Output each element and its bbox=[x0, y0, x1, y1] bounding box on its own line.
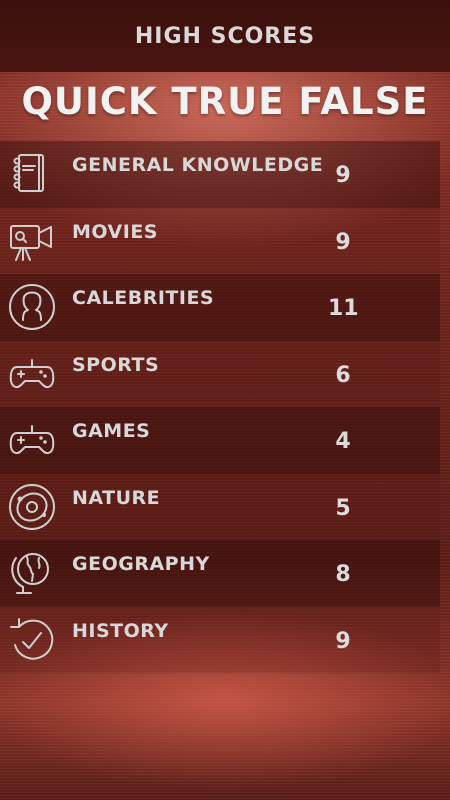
score-row-history[interactable]: HISTORY 9 bbox=[0, 606, 440, 673]
gamepad-icon bbox=[7, 415, 57, 465]
score-row-nature[interactable]: NATURE 5 bbox=[0, 473, 440, 540]
score-row-geography[interactable]: GEOGRAPHY 8 bbox=[0, 540, 440, 607]
category-label: NATURE bbox=[72, 486, 161, 509]
quiz-title: QUICK TRUE FALSE bbox=[21, 80, 429, 123]
category-label: MOVIES bbox=[72, 220, 158, 243]
score-value: 9 bbox=[335, 628, 351, 654]
notebook-icon bbox=[7, 149, 57, 199]
page-title: HIGH SCORES bbox=[134, 23, 316, 49]
score-value: 9 bbox=[335, 229, 351, 255]
score-row-calebrities[interactable]: CALEBRITIES 11 bbox=[0, 274, 440, 341]
score-row-general-knowledge[interactable]: GENERAL KNOWLEDGE 9 bbox=[0, 141, 440, 208]
category-label: HISTORY bbox=[72, 619, 169, 642]
score-row-sports[interactable]: SPORTS 6 bbox=[0, 340, 440, 407]
clock-history-icon bbox=[7, 615, 57, 665]
globe-icon bbox=[7, 548, 57, 598]
category-label: GENERAL KNOWLEDGE bbox=[72, 154, 324, 176]
score-value: 5 bbox=[335, 495, 351, 521]
score-value: 6 bbox=[335, 362, 351, 388]
category-label: SPORTS bbox=[72, 353, 160, 376]
score-value: 11 bbox=[328, 296, 359, 321]
score-value: 4 bbox=[335, 429, 351, 454]
category-label: CALEBRITIES bbox=[72, 287, 215, 309]
person-profile-icon bbox=[7, 282, 57, 332]
category-label: GAMES bbox=[72, 420, 151, 442]
solar-system-icon bbox=[7, 482, 57, 532]
category-label: GEOGRAPHY bbox=[72, 553, 210, 575]
high-scores-list: GENERAL KNOWLEDGE 9 MOVIES 9 CALEBRITIES bbox=[0, 141, 440, 673]
video-camera-icon bbox=[7, 216, 57, 266]
score-value: 8 bbox=[335, 562, 351, 587]
top-bar: HIGH SCORES bbox=[0, 0, 450, 72]
score-value: 9 bbox=[335, 163, 351, 188]
score-row-movies[interactable]: MOVIES 9 bbox=[0, 207, 440, 274]
score-row-games[interactable]: GAMES 4 bbox=[0, 407, 440, 474]
gamepad-icon bbox=[7, 349, 57, 399]
